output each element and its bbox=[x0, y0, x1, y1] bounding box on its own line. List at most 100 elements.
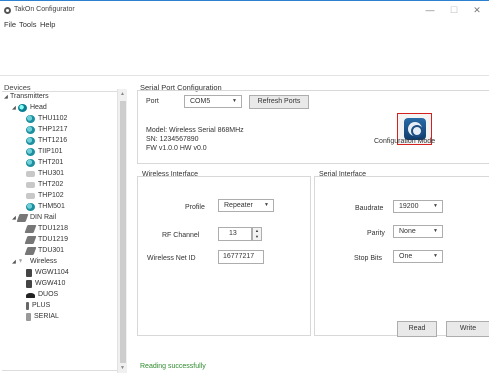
app-logo-icon bbox=[4, 7, 11, 14]
head-icon bbox=[18, 104, 27, 112]
tree-node-wgw1104[interactable]: WGW1104 bbox=[26, 268, 69, 278]
tree-node-label: Wireless bbox=[30, 258, 57, 265]
tree-node-duos[interactable]: DUOS bbox=[26, 290, 58, 300]
baudrate-select-value: 19200 bbox=[399, 203, 419, 210]
tree-node-label: THM501 bbox=[38, 203, 65, 210]
spin-down-icon[interactable]: ▼ bbox=[255, 234, 259, 240]
tree-node-thp1217[interactable]: THP1217 bbox=[26, 125, 68, 135]
scroll-down-icon[interactable]: ▼ bbox=[120, 365, 125, 371]
tree-node-transmitters[interactable]: ◢ Transmitters bbox=[4, 92, 49, 102]
tree-node-head[interactable]: ◢ Head bbox=[12, 103, 47, 113]
menu-bar: File Tools Help bbox=[0, 19, 489, 31]
tree-node-tdu301[interactable]: TDU301 bbox=[24, 246, 64, 256]
tree-node-thp102[interactable]: THP102 bbox=[26, 191, 64, 201]
wireless-icon: ♆ bbox=[18, 258, 24, 265]
duos-icon bbox=[26, 293, 35, 298]
dropdown-arrow-icon: ▼ bbox=[264, 202, 269, 208]
app-window: TakOn Configurator — ☐ ✕ File Tools Help… bbox=[0, 0, 489, 374]
rail-device-icon bbox=[24, 225, 37, 233]
tree-node-label: Transmitters bbox=[10, 93, 49, 100]
net-id-label: Wireless Net ID bbox=[147, 255, 196, 262]
tree-node-tiip101[interactable]: TIIP101 bbox=[26, 147, 63, 157]
din-rail-icon bbox=[16, 214, 29, 222]
window-title: TakOn Configurator bbox=[14, 6, 75, 13]
dropdown-arrow-icon: ▼ bbox=[433, 228, 438, 234]
tree-node-wireless[interactable]: ◢ ♆ Wireless bbox=[12, 257, 57, 267]
refresh-ports-button[interactable]: Refresh Ports bbox=[249, 95, 309, 109]
tree-node-tdu1218[interactable]: TDU1218 bbox=[24, 224, 68, 234]
minimize-button[interactable]: — bbox=[419, 4, 441, 17]
tree-scrollbar[interactable]: ▲ ▼ bbox=[117, 89, 127, 373]
configuration-mode-label: Configuration Mode bbox=[374, 138, 436, 145]
tree-node-label: THU1102 bbox=[38, 115, 68, 122]
parity-select[interactable]: None ▼ bbox=[393, 225, 443, 238]
close-button[interactable]: ✕ bbox=[466, 4, 488, 17]
tree-node-label: TDU1218 bbox=[38, 225, 68, 232]
probe-icon bbox=[26, 182, 35, 188]
tree-node-tdu1219[interactable]: TDU1219 bbox=[24, 235, 68, 245]
probe-icon bbox=[26, 171, 35, 177]
devices-tree: ◢ Transmitters ◢ Head THU1102 THP1217 THT1… bbox=[2, 91, 127, 371]
profile-select[interactable]: Repeater ▼ bbox=[218, 199, 274, 212]
tree-node-label: DUOS bbox=[38, 291, 59, 298]
status-message: Reading successfully bbox=[140, 363, 206, 370]
rf-channel-label: RF Channel bbox=[162, 232, 200, 239]
tree-node-label: DIN Rail bbox=[30, 214, 57, 221]
menu-help[interactable]: Help bbox=[40, 20, 55, 29]
tree-node-label: TDU1219 bbox=[38, 236, 68, 243]
profile-label: Profile bbox=[185, 204, 205, 211]
parity-label: Parity bbox=[367, 230, 385, 237]
menu-tools[interactable]: Tools bbox=[19, 20, 37, 29]
sensor-icon bbox=[26, 148, 35, 156]
sensor-icon bbox=[26, 137, 35, 145]
rail-device-icon bbox=[24, 247, 37, 255]
port-select[interactable]: COM5 ▼ bbox=[184, 95, 242, 108]
port-label: Port bbox=[146, 98, 159, 105]
tree-node-wgw410[interactable]: WGW410 bbox=[26, 279, 65, 289]
tree-node-label: SERIAL bbox=[34, 313, 59, 320]
port-select-value: COM5 bbox=[190, 98, 211, 105]
tree-node-label: WGW410 bbox=[35, 280, 66, 287]
probe-icon bbox=[26, 193, 35, 199]
baudrate-select[interactable]: 19200 ▼ bbox=[393, 200, 443, 213]
rf-channel-spinner[interactable]: ▲ ▼ bbox=[252, 227, 262, 241]
tree-node-label: WGW1104 bbox=[35, 269, 69, 276]
rail-device-icon bbox=[24, 236, 37, 244]
tree-node-tht201[interactable]: THT201 bbox=[26, 158, 63, 168]
config-mode-icon bbox=[404, 118, 426, 140]
tree-node-label: THP102 bbox=[38, 192, 64, 199]
stop-bits-label: Stop Bits bbox=[354, 255, 383, 262]
tree-node-thu301[interactable]: THU301 bbox=[26, 169, 64, 179]
write-button[interactable]: Write bbox=[446, 321, 489, 337]
tree-node-serial[interactable]: SERIAL bbox=[26, 312, 59, 322]
serial-device-icon bbox=[26, 313, 31, 321]
scrollbar-thumb[interactable] bbox=[120, 101, 126, 363]
maximize-button[interactable]: ☐ bbox=[443, 4, 465, 17]
toolbar-area bbox=[0, 32, 489, 76]
tree-node-label: PLUS bbox=[32, 302, 51, 309]
tree-node-thm501[interactable]: THM501 bbox=[26, 202, 65, 212]
scroll-up-icon[interactable]: ▲ bbox=[120, 91, 125, 97]
tree-node-label: THU301 bbox=[38, 170, 65, 177]
sensor-icon bbox=[26, 126, 35, 134]
tree-node-tht202[interactable]: THT202 bbox=[26, 180, 63, 190]
menu-file[interactable]: File bbox=[4, 20, 16, 29]
net-id-input[interactable]: 16777217 bbox=[218, 250, 264, 264]
firmware-text: FW v1.0.0 HW v0.0 bbox=[146, 145, 207, 152]
stop-bits-select-value: One bbox=[399, 253, 413, 260]
tree-node-label: THP1217 bbox=[38, 126, 68, 133]
title-bar: TakOn Configurator — ☐ ✕ bbox=[0, 2, 489, 19]
dropdown-arrow-icon: ▼ bbox=[433, 203, 438, 209]
model-text: Model: Wireless Serial 868MHz bbox=[146, 127, 244, 134]
parity-select-value: None bbox=[399, 228, 416, 235]
rf-channel-input[interactable]: 13 bbox=[218, 227, 252, 241]
gateway-icon bbox=[26, 280, 32, 288]
tree-node-plus[interactable]: PLUS bbox=[26, 301, 50, 311]
tree-node-tht1216[interactable]: THT1216 bbox=[26, 136, 67, 146]
read-button[interactable]: Read bbox=[397, 321, 437, 337]
dropdown-arrow-icon: ▼ bbox=[232, 98, 237, 104]
tree-node-label: Head bbox=[30, 104, 47, 111]
tree-node-din-rail[interactable]: ◢ DIN Rail bbox=[12, 213, 56, 223]
tree-node-thu1102[interactable]: THU1102 bbox=[26, 114, 67, 124]
stop-bits-select[interactable]: One ▼ bbox=[393, 250, 443, 263]
